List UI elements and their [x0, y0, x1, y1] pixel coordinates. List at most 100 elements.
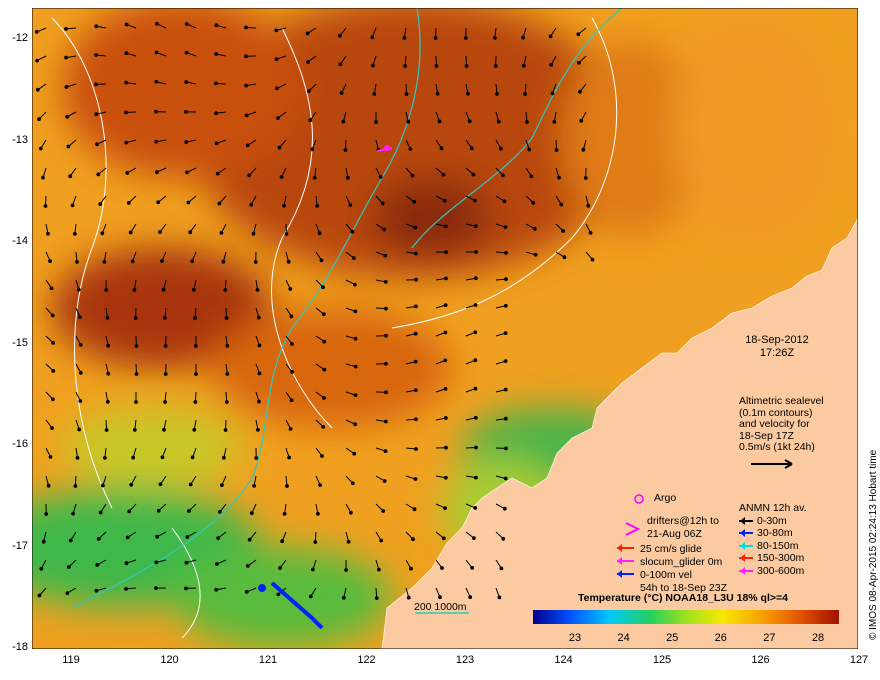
vector-head [35, 87, 40, 92]
vector-head [288, 427, 293, 431]
vector-head [193, 316, 198, 320]
vector-head [132, 428, 137, 432]
vector-head [48, 259, 53, 264]
vector-head [290, 342, 294, 346]
anmn-item: 0-30m [739, 515, 807, 528]
vector-head [284, 232, 289, 236]
vector-head [473, 506, 478, 510]
vector-head [276, 592, 281, 597]
vector-head [251, 231, 256, 236]
vector-head [244, 590, 249, 594]
vector-head [78, 370, 83, 375]
vector-head [341, 119, 346, 124]
vector-head [443, 224, 448, 229]
vector-head [214, 23, 219, 28]
vector-head [124, 51, 129, 56]
vector-head [499, 566, 504, 571]
vector-head [408, 147, 413, 151]
vector-head [550, 91, 555, 96]
vector-head [410, 173, 415, 178]
vector-head [434, 64, 439, 68]
vector-head [289, 314, 294, 319]
vector-head [216, 536, 221, 540]
vector-head [473, 386, 478, 391]
vector-head [190, 259, 195, 264]
vector-head [95, 563, 100, 567]
vector-head [127, 509, 132, 514]
slocum-label: slocum_glider 0m [640, 556, 723, 568]
vector-head [194, 372, 198, 376]
vector-head [155, 21, 159, 26]
vector-head [257, 371, 262, 376]
vector-head [124, 80, 128, 85]
vector-head [129, 482, 134, 487]
vector-head [276, 116, 280, 120]
vector-head [382, 479, 387, 483]
vector-head [154, 586, 158, 590]
arrow-left-icon [739, 554, 753, 563]
vector-head [163, 400, 168, 404]
vector-head [104, 288, 109, 292]
vector-head [224, 316, 229, 320]
vector-head [383, 280, 388, 284]
vector-head [184, 586, 188, 591]
vector-head [94, 588, 99, 593]
vector-head [353, 282, 357, 287]
vector-head [245, 143, 250, 148]
vector-head [288, 287, 293, 291]
vector-head [321, 425, 326, 429]
vector-head [185, 170, 189, 175]
vector-head [312, 176, 317, 180]
vector-head [353, 309, 358, 314]
vector-head [105, 399, 110, 404]
vector-head [371, 63, 375, 68]
vector-head [130, 259, 135, 264]
vector-head [581, 147, 586, 152]
lon-tick-label: 119 [62, 654, 80, 666]
vector-head [124, 22, 129, 27]
vector-head [247, 173, 252, 178]
vector-head [469, 146, 474, 151]
lat-tick-label: -15 [12, 336, 28, 349]
vector-head [525, 120, 529, 124]
vector-head [503, 303, 508, 308]
vector-head [132, 288, 137, 292]
sst-map[interactable] [32, 8, 858, 649]
vector-head [66, 565, 71, 569]
colorbar-tick-label: 24 [617, 632, 630, 644]
vector-head [346, 175, 350, 180]
vector-head [252, 483, 257, 488]
altimetry-line: and velocity for [739, 418, 810, 430]
vector-head [374, 596, 379, 600]
altimetry-line: 0.5m/s (1kt 24h) [739, 441, 815, 453]
vector-head [160, 455, 165, 460]
vector-head [43, 204, 48, 208]
vector-head [501, 536, 506, 541]
vector-head [220, 483, 224, 488]
vector-head [466, 91, 470, 96]
vector-head [305, 31, 310, 36]
vector-head [472, 536, 476, 540]
vector-head [533, 252, 538, 257]
vector-head [125, 535, 130, 540]
vector-head [437, 119, 442, 124]
vector-head [160, 259, 164, 264]
vector-head [406, 595, 411, 600]
vector-head [155, 534, 160, 539]
arrow-left-icon [739, 541, 753, 550]
vector-head [105, 316, 110, 320]
date-label: 18-Sep-2012 [745, 334, 809, 346]
vector-head [184, 80, 189, 84]
vector-head [474, 250, 478, 254]
vector-head [38, 146, 43, 151]
vector-head [214, 81, 218, 86]
vector-head [473, 224, 478, 229]
vector-head [34, 30, 39, 34]
vector-head [441, 536, 446, 541]
vector-head [193, 400, 198, 404]
vector-head [414, 447, 418, 451]
vector-head [124, 561, 129, 566]
vector-head [257, 343, 262, 348]
lat-tick-label: -18 [12, 641, 28, 653]
vector-head [383, 449, 388, 454]
